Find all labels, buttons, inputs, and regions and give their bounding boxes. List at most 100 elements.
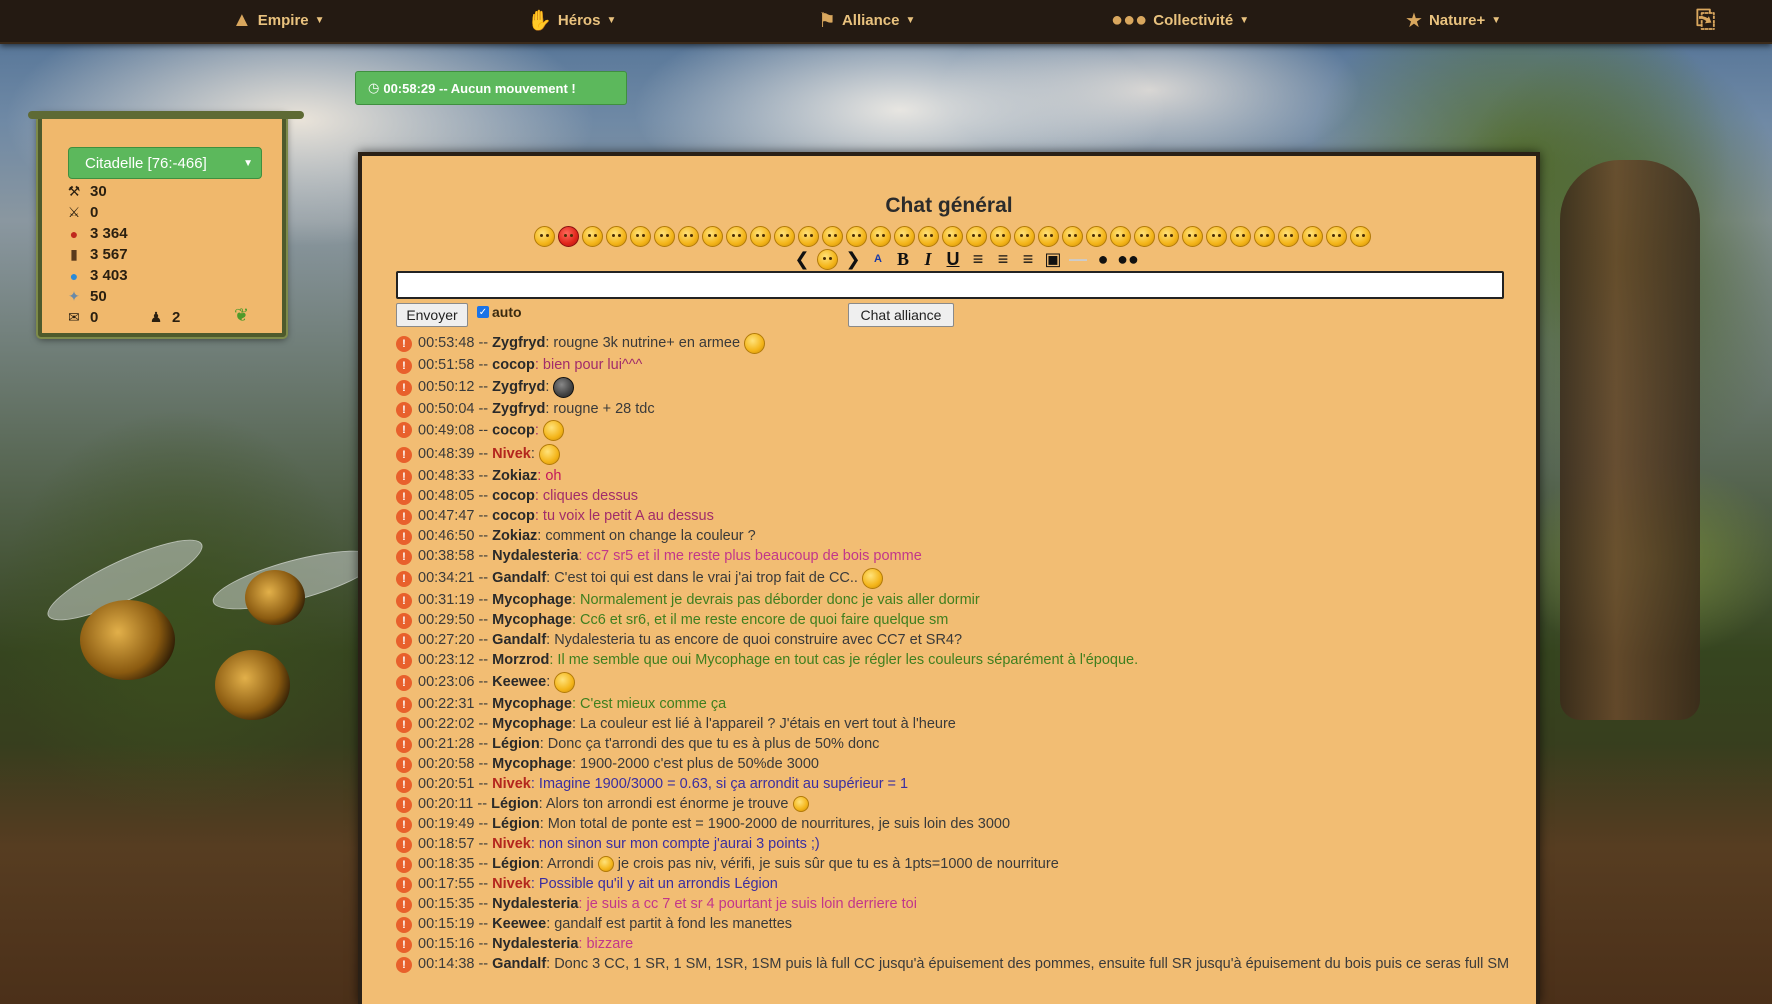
report-warning-icon[interactable]: ! [396,358,412,374]
report-warning-icon[interactable]: ! [396,571,412,587]
message-author[interactable]: Mycophage [492,592,572,608]
message-author[interactable]: cocop [492,422,535,438]
report-warning-icon[interactable]: ! [396,757,412,773]
emoji-halo-icon[interactable] [1037,226,1059,247]
emoji-grimace-icon[interactable] [845,226,867,247]
emoji-cry-icon[interactable] [725,226,747,247]
underline-icon[interactable]: U [943,248,963,270]
message-author[interactable]: Légion [492,856,540,872]
emoji-blush-icon[interactable] [965,226,987,247]
message-author[interactable]: cocop [492,488,535,504]
emoji-sweat-icon[interactable] [821,226,843,247]
message-author[interactable]: Nivek [492,876,531,892]
report-warning-icon[interactable]: ! [396,633,412,649]
emoji-relieved-icon[interactable] [989,226,1011,247]
report-warning-icon[interactable]: ! [396,697,412,713]
message-author[interactable]: Nivek [492,836,531,852]
message-author[interactable]: Gandalf [492,632,546,648]
emoji-kiss-icon[interactable] [1061,226,1083,247]
message-author[interactable]: Zokiaz [492,468,537,484]
report-warning-icon[interactable]: ! [396,937,412,953]
message-author[interactable]: cocop [492,508,535,524]
report-warning-icon[interactable]: ! [396,653,412,669]
report-warning-icon[interactable]: ! [396,877,412,893]
report-warning-icon[interactable]: ! [396,380,412,396]
emoji-confused-icon[interactable] [1277,226,1299,247]
emoji-silly-icon[interactable] [1205,226,1227,247]
emoji-big-smile-icon[interactable] [869,226,891,247]
chevron-left-icon[interactable]: ❮ [792,248,812,270]
message-author[interactable]: Nivek [492,446,531,462]
message-author[interactable]: Nydalesteria [492,896,578,912]
message-author[interactable]: Légion [491,796,539,812]
align-left-icon[interactable]: ≡ [968,248,988,270]
message-author[interactable]: Gandalf [492,956,546,972]
message-author[interactable]: Mycophage [492,696,572,712]
emoji-menu-icon[interactable] [817,248,838,270]
image-icon[interactable]: ▣ [1043,248,1063,270]
message-author[interactable]: Mycophage [492,612,572,628]
send-button[interactable]: Envoyer [396,303,468,327]
emoji-tired-icon[interactable] [1301,226,1323,247]
emoji-smiley-icon[interactable] [1109,226,1131,247]
report-warning-icon[interactable]: ! [396,422,412,438]
movement-timer[interactable]: ◷ 00:58:29 -- Aucun mouvement ! [355,71,627,105]
emoji-angry-icon[interactable] [557,226,579,247]
emoji-meh-icon[interactable] [1349,226,1371,247]
emoji-worried-icon[interactable] [1325,226,1347,247]
italic-icon[interactable]: I [918,248,938,270]
users-icon[interactable]: ●● [1117,248,1139,270]
chat-input[interactable] [396,271,1504,299]
report-warning-icon[interactable]: ! [396,529,412,545]
emoji-rofl-icon[interactable] [1181,226,1203,247]
align-right-icon[interactable]: ≡ [1018,248,1038,270]
emoji-grin-icon[interactable] [605,226,627,247]
message-author[interactable]: Keewee [492,916,546,932]
chevron-right-icon[interactable]: ❯ [843,248,863,270]
report-warning-icon[interactable]: ! [396,509,412,525]
report-warning-icon[interactable]: ! [396,777,412,793]
report-warning-icon[interactable]: ! [396,817,412,833]
report-warning-icon[interactable]: ! [396,717,412,733]
alliance-chat-button[interactable]: Chat alliance [848,303,954,327]
report-warning-icon[interactable]: ! [396,917,412,933]
report-warning-icon[interactable]: ! [396,489,412,505]
emoji-laugh-icon[interactable] [581,226,603,247]
nav-nature[interactable]: ★ Nature+ ▼ [1405,0,1501,40]
message-author[interactable]: Nydalesteria [492,936,578,952]
emoji-smile-icon[interactable] [533,226,555,247]
message-author[interactable]: Morzrod [492,652,549,668]
report-warning-icon[interactable]: ! [396,402,412,418]
report-warning-icon[interactable]: ! [396,549,412,565]
message-author[interactable]: Keewee [492,674,546,690]
bold-icon[interactable]: B [893,248,913,270]
emoji-heart-eyes-icon[interactable] [1085,226,1107,247]
nav-empire[interactable]: ▲ Empire ▼ [232,0,325,40]
message-author[interactable]: Nydalesteria [492,548,578,564]
align-center-icon[interactable]: ≡ [993,248,1013,270]
report-warning-icon[interactable]: ! [396,837,412,853]
message-author[interactable]: Légion [492,816,540,832]
emoji-pout-icon[interactable] [1133,226,1155,247]
emoji-neutral-icon[interactable] [941,226,963,247]
message-author[interactable]: cocop [492,357,535,373]
text-color-icon[interactable]: A [868,248,888,270]
emoji-nerd-icon[interactable] [1253,226,1275,247]
resource-members[interactable]: ♟ 2 [148,309,181,326]
auto-toggle[interactable]: ✓ auto [477,304,522,320]
message-author[interactable]: Gandalf [492,570,546,586]
report-warning-icon[interactable]: ! [396,593,412,609]
city-select[interactable]: Citadelle [76:-466] ▼ [68,147,262,179]
report-warning-icon[interactable]: ! [396,613,412,629]
nav-collectivite[interactable]: ●●● Collectivité ▼ [1111,0,1249,40]
report-warning-icon[interactable]: ! [396,737,412,753]
message-author[interactable]: Zokiaz [492,528,537,544]
emoji-tongue-icon[interactable] [773,226,795,247]
report-warning-icon[interactable]: ! [396,897,412,913]
report-warning-icon[interactable]: ! [396,336,412,352]
report-warning-icon[interactable]: ! [396,957,412,973]
emoji-happy-icon[interactable] [653,226,675,247]
nav-heros[interactable]: ✋ Héros ▼ [527,0,616,40]
emoji-joy-icon[interactable] [917,226,939,247]
message-author[interactable]: Légion [492,736,540,752]
